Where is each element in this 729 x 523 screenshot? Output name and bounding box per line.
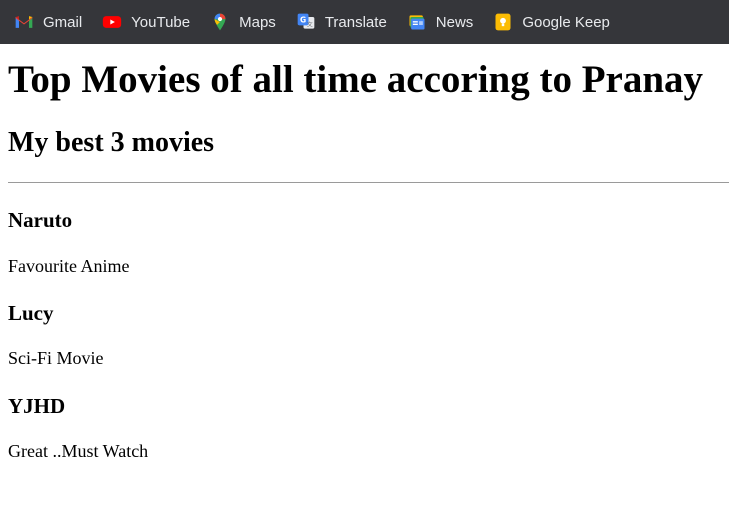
news-icon <box>409 15 425 30</box>
bookmark-maps[interactable]: Maps <box>210 12 276 32</box>
bookmark-label: Maps <box>239 13 276 31</box>
keep-icon <box>495 13 511 31</box>
bookmark-gmail[interactable]: Gmail <box>14 12 82 32</box>
maps-icon <box>214 13 226 31</box>
bookmark-label: YouTube <box>131 13 191 31</box>
divider <box>8 182 729 184</box>
page-subtitle: My best 3 movies <box>8 126 215 158</box>
movie-entry: Naruto Favourite Anime <box>8 208 721 277</box>
bookmark-label: Google Keep <box>522 13 610 31</box>
bookmark-news[interactable]: News <box>407 12 474 32</box>
movie-description: Favourite Anime <box>8 255 130 276</box>
bookmark-label: Translate <box>324 13 387 31</box>
bookmark-label: News <box>435 13 474 31</box>
movie-title: Naruto <box>8 208 73 233</box>
movie-description: Great ..Must Watch <box>8 441 149 462</box>
bookmark-translate[interactable]: G 文 Translate <box>296 12 387 32</box>
movie-title: YJHD <box>8 393 66 418</box>
bookmark-google-keep[interactable]: Google Keep <box>493 12 610 32</box>
gmail-icon <box>15 16 33 28</box>
svg-text:G: G <box>300 15 306 24</box>
svg-text:文: 文 <box>307 21 313 29</box>
bookmark-label: Gmail <box>43 13 83 31</box>
page-content: Top Movies of all time accoring to Prana… <box>0 57 729 463</box>
youtube-icon <box>103 16 122 28</box>
movie-title: Lucy <box>8 301 54 326</box>
translate-icon: G 文 <box>297 13 315 29</box>
movie-entry: Lucy Sci-Fi Movie <box>8 301 721 370</box>
bookmark-youtube[interactable]: YouTube <box>102 12 190 32</box>
page-title: Top Movies of all time accoring to Prana… <box>8 58 704 101</box>
movie-entry: YJHD Great ..Must Watch <box>8 394 721 463</box>
movie-description: Sci-Fi Movie <box>8 348 104 369</box>
bookmarks-bar: Gmail YouTube Maps G 文 Translate News Go… <box>0 0 729 44</box>
